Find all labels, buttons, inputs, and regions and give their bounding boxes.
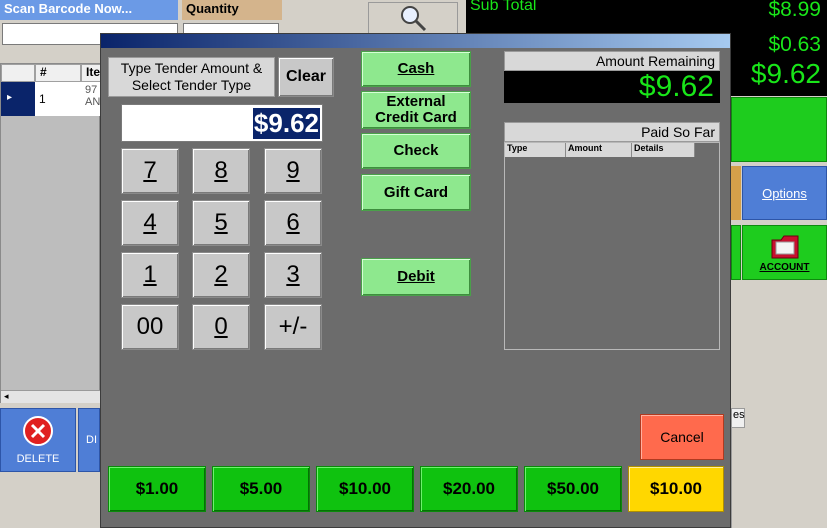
cancel-label: Cancel: [660, 429, 704, 445]
debit-button[interactable]: Debit: [361, 258, 471, 296]
keypad-0[interactable]: 0: [192, 304, 250, 350]
quick-amount-20[interactable]: $20.00: [420, 466, 518, 512]
quantity-header: Quantity: [182, 0, 282, 20]
quick-amount-1[interactable]: $1.00: [108, 466, 206, 512]
item-grid: # Ite ▸ 1 97 AN ◂: [0, 63, 101, 403]
check-button[interactable]: Check: [361, 133, 471, 169]
paid-so-far-label: Paid So Far: [504, 122, 720, 142]
es-tab[interactable]: es: [731, 408, 745, 428]
paid-list-header: Type Amount Details: [505, 143, 719, 157]
tender-dialog: Type Tender Amount & Select Tender Type …: [100, 33, 731, 528]
horizontal-scrollbar[interactable]: ◂: [1, 390, 101, 403]
di-label: DI: [86, 434, 97, 446]
scan-barcode-header: Scan Barcode Now...: [0, 0, 178, 20]
table-row[interactable]: ▸ 1 97 AN: [1, 82, 101, 116]
dialog-title-bar: [101, 34, 730, 48]
keypad-7[interactable]: 7: [121, 148, 179, 194]
green-action-button[interactable]: [731, 97, 827, 162]
options-label: Options: [762, 185, 807, 201]
row-item-line2: AN: [85, 96, 101, 108]
keypad-5[interactable]: 5: [192, 200, 250, 246]
grid-header-item: Ite: [81, 64, 101, 82]
account-button[interactable]: ACCOUNT: [742, 225, 827, 280]
pos-screen: Scan Barcode Now... Quantity # Ite ▸ 1 9…: [0, 0, 827, 528]
folder-icon: [771, 235, 798, 259]
quick-amount-10[interactable]: $10.00: [316, 466, 414, 512]
paid-col-details: Details: [632, 143, 695, 157]
quick-amount-50[interactable]: $50.00: [524, 466, 622, 512]
paid-col-type: Type: [505, 143, 566, 157]
keypad-3[interactable]: 3: [264, 252, 322, 298]
clear-button[interactable]: Clear: [278, 57, 334, 97]
quick-amount-5[interactable]: $5.00: [212, 466, 310, 512]
row-selector-arrow-icon: ▸: [1, 82, 35, 116]
keypad-plus-minus[interactable]: +/-: [264, 304, 322, 350]
delete-label: DELETE: [16, 453, 60, 465]
keypad-6[interactable]: 6: [264, 200, 322, 246]
row-number: 1: [39, 92, 46, 106]
delete-icon: [23, 416, 53, 446]
tender-amount-input[interactable]: $9.62: [121, 104, 323, 142]
tax-value: $0.63: [768, 33, 821, 56]
keypad-4[interactable]: 4: [121, 200, 179, 246]
keypad-9[interactable]: 9: [264, 148, 322, 194]
quick-amount-exact[interactable]: $10.00: [628, 466, 724, 512]
account-label: ACCOUNT: [759, 262, 810, 273]
paid-col-amount: Amount: [566, 143, 632, 157]
tender-amount-value: $9.62: [252, 107, 320, 139]
delete-button[interactable]: DELETE: [0, 408, 76, 472]
tender-instruction: Type Tender Amount & Select Tender Type: [108, 57, 275, 97]
search-button[interactable]: [368, 2, 458, 34]
subtotal-label: Sub Total: [470, 0, 537, 14]
keypad-8[interactable]: 8: [192, 148, 250, 194]
scan-barcode-label: Scan Barcode Now...: [4, 1, 133, 16]
keypad-1[interactable]: 1: [121, 252, 179, 298]
grid-header-num: #: [35, 64, 81, 82]
amount-remaining-label: Amount Remaining: [504, 51, 720, 71]
keypad-00[interactable]: 00: [121, 304, 179, 350]
cancel-button[interactable]: Cancel: [640, 414, 724, 460]
search-icon: [401, 6, 427, 32]
amount-remaining-value: $9.62: [504, 71, 720, 103]
cash-button[interactable]: Cash: [361, 51, 471, 87]
subtotal-value: $8.99: [768, 0, 821, 21]
keypad-2[interactable]: 2: [192, 252, 250, 298]
total-value: $9.62: [750, 58, 821, 89]
options-button[interactable]: Options: [742, 166, 827, 220]
quantity-label: Quantity: [186, 1, 239, 16]
di-button[interactable]: DI: [78, 408, 100, 472]
external-credit-card-button[interactable]: External Credit Card: [361, 91, 471, 129]
paid-so-far-list[interactable]: Type Amount Details: [504, 142, 720, 350]
gift-card-button[interactable]: Gift Card: [361, 174, 471, 211]
row-item-line1: 97: [85, 84, 98, 96]
